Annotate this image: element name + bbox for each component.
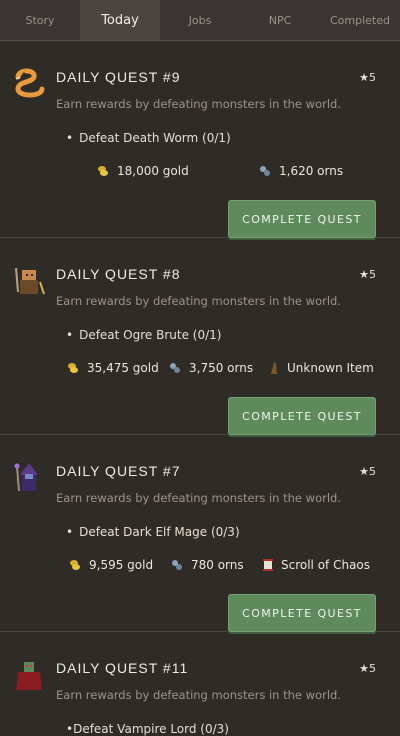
- orns-icon: [170, 363, 180, 373]
- quest-stars: ★5: [359, 465, 376, 478]
- quest-card: DAILY QUEST #7 ★5 Earn rewards by defeat…: [0, 435, 400, 632]
- complete-quest-button[interactable]: COMPLETE QUEST: [228, 594, 376, 632]
- quest-task: • Defeat Dark Elf Mage (0/3): [66, 525, 240, 539]
- reward-orns: 780 orns: [170, 558, 244, 572]
- tab-npc[interactable]: NPC: [240, 0, 320, 40]
- vampire-lord-portrait: [16, 662, 42, 690]
- tab-story[interactable]: Story: [0, 0, 80, 40]
- reward-orns-label: 1,620 orns: [279, 164, 344, 178]
- reward-orns: 1,620 orns: [258, 164, 343, 178]
- quest-task-label: Defeat Vampire Lord (0/3): [73, 722, 229, 736]
- quest-rewards: 18,000 gold 1,620 orns: [66, 164, 376, 182]
- quest-title: DAILY QUEST #7: [56, 463, 181, 479]
- quest-title: DAILY QUEST #11: [56, 660, 189, 676]
- quest-rewards: 9,595 gold 780 orns Scroll of Chaos: [66, 558, 376, 576]
- quest-stars: ★5: [359, 268, 376, 281]
- ogre-brute-portrait: [15, 267, 45, 295]
- reward-item-label: Scroll of Chaos: [281, 558, 371, 572]
- quest-description: Earn rewards by defeating monsters in th…: [56, 688, 341, 702]
- reward-item: Scroll of Chaos: [262, 558, 370, 572]
- quest-title: DAILY QUEST #8: [56, 266, 181, 282]
- reward-orns-label: 3,750 orns: [189, 361, 254, 375]
- gold-coins-icon: [68, 363, 78, 373]
- quest-tabs: Story Today Jobs NPC Completed: [0, 0, 400, 41]
- unknown-item-icon: [271, 362, 277, 374]
- quest-title: DAILY QUEST #9: [56, 69, 181, 85]
- scroll-icon: [263, 559, 273, 571]
- quest-description: Earn rewards by defeating monsters in th…: [56, 491, 341, 505]
- reward-gold-label: 9,595 gold: [89, 558, 154, 572]
- reward-orns: 3,750 orns: [168, 361, 253, 375]
- quest-task-label: Defeat Ogre Brute (0/1): [79, 328, 222, 342]
- quest-stars: ★5: [359, 71, 376, 84]
- reward-gold-label: 18,000 gold: [117, 164, 189, 178]
- quest-task: • Defeat Death Worm (0/1): [66, 131, 231, 145]
- reward-orns-label: 780 orns: [191, 558, 244, 572]
- reward-gold: 18,000 gold: [96, 164, 189, 178]
- complete-quest-button[interactable]: COMPLETE QUEST: [228, 397, 376, 435]
- reward-item-label: Unknown Item: [287, 361, 374, 375]
- complete-quest-button[interactable]: COMPLETE QUEST: [228, 200, 376, 238]
- orns-icon: [172, 560, 182, 570]
- quest-task-label: Defeat Death Worm (0/1): [79, 131, 231, 145]
- tab-today[interactable]: Today: [80, 0, 160, 40]
- tab-jobs[interactable]: Jobs: [160, 0, 240, 40]
- quest-description: Earn rewards by defeating monsters in th…: [56, 97, 341, 111]
- quest-task-label: Defeat Dark Elf Mage (0/3): [79, 525, 240, 539]
- quest-stars: ★5: [359, 662, 376, 675]
- reward-gold: 35,475 gold: [66, 361, 159, 375]
- quest-card: DAILY QUEST #11 ★5 Earn rewards by defea…: [0, 632, 400, 736]
- reward-gold-label: 35,475 gold: [87, 361, 159, 375]
- death-worm-portrait: [15, 68, 45, 98]
- quest-card: DAILY QUEST #8 ★5 Earn rewards by defeat…: [0, 238, 400, 435]
- quest-task: • Defeat Ogre Brute (0/1): [66, 328, 222, 342]
- quest-rewards: 35,475 gold 3,750 orns Unknown Item: [66, 361, 376, 379]
- quest-task: •Defeat Vampire Lord (0/3): [66, 722, 229, 736]
- quest-description: Earn rewards by defeating monsters in th…: [56, 294, 341, 308]
- tab-completed[interactable]: Completed: [320, 0, 400, 40]
- gold-coins-icon: [70, 560, 80, 570]
- orns-icon: [260, 166, 270, 176]
- reward-item: Unknown Item: [268, 361, 374, 375]
- gold-coins-icon: [98, 166, 108, 176]
- reward-gold: 9,595 gold: [68, 558, 153, 572]
- quest-card: DAILY QUEST #9 ★5 Earn rewards by defeat…: [0, 41, 400, 238]
- dark-elf-mage-portrait: [14, 463, 38, 492]
